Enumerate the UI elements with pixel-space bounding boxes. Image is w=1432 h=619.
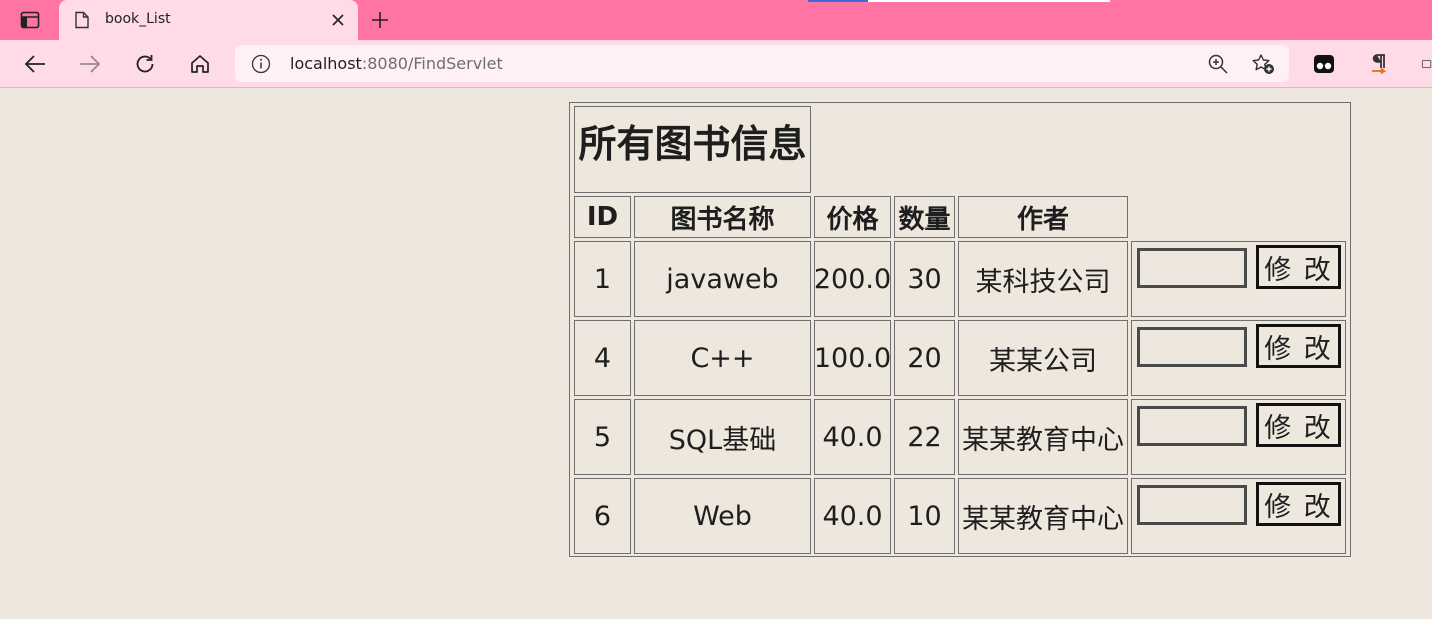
cell-name: javaweb [634, 241, 811, 317]
extension-button[interactable] [1312, 52, 1336, 76]
tabbar-accent-line [808, 0, 868, 2]
modify-button[interactable]: 修 改 [1256, 245, 1341, 289]
modify-quantity-input[interactable] [1137, 327, 1247, 367]
cell-author: 某某教育中心 [958, 399, 1128, 475]
refresh-icon [136, 55, 154, 73]
close-icon [332, 14, 344, 26]
pilcrow-extension-button[interactable] [1367, 52, 1391, 76]
cell-author: 某某教育中心 [958, 478, 1128, 554]
cell-id: 1 [574, 241, 631, 317]
action-cell: 修 改 [1131, 478, 1346, 554]
tabbar-accent-line [868, 0, 1110, 2]
modify-button[interactable]: 修 改 [1256, 403, 1341, 447]
new-tab-button[interactable] [368, 8, 392, 32]
url-host: localhost [290, 54, 362, 73]
cell-price: 200.0 [814, 241, 891, 317]
arrow-left-icon [24, 55, 45, 73]
cell-quantity: 30 [894, 241, 955, 317]
more-extensions-button[interactable] [1420, 52, 1432, 76]
back-button[interactable] [21, 50, 49, 78]
extension-glasses-icon [1314, 55, 1334, 73]
cell-name: C++ [634, 320, 811, 396]
address-bar[interactable]: localhost:8080/FindServlet [235, 45, 1289, 82]
home-button[interactable] [186, 50, 214, 78]
column-header-price: 价格 [814, 196, 891, 238]
document-icon [75, 11, 89, 29]
column-header-quantity: 数量 [894, 196, 955, 238]
column-header-author: 作者 [958, 196, 1128, 238]
tab-book-list[interactable]: book_List [59, 0, 358, 40]
cell-id: 5 [574, 399, 631, 475]
column-header-id: ID [574, 196, 631, 238]
modify-quantity-input[interactable] [1137, 248, 1247, 288]
column-header-name: 图书名称 [634, 196, 811, 238]
cell-name: Web [634, 478, 811, 554]
modify-button[interactable]: 修 改 [1256, 324, 1341, 368]
cell-quantity: 10 [894, 478, 955, 554]
modify-button[interactable]: 修 改 [1256, 482, 1341, 526]
pilcrow-icon [1372, 54, 1387, 75]
tab-title: book_List [105, 11, 171, 27]
cell-price: 100.0 [814, 320, 891, 396]
extensions-icon [1421, 59, 1432, 69]
cell-quantity: 22 [894, 399, 955, 475]
zoom-in-icon[interactable] [1207, 53, 1229, 75]
table-caption: 所有图书信息 [574, 106, 811, 193]
navigation-bar: localhost:8080/FindServlet [0, 40, 1432, 88]
modify-quantity-input[interactable] [1137, 485, 1247, 525]
action-cell: 修 改 [1131, 241, 1346, 317]
cell-author: 某某公司 [958, 320, 1128, 396]
arrow-right-icon [80, 55, 101, 73]
cell-id: 6 [574, 478, 631, 554]
cell-price: 40.0 [814, 478, 891, 554]
action-cell: 修 改 [1131, 399, 1346, 475]
forward-button[interactable] [76, 50, 104, 78]
cell-author: 某科技公司 [958, 241, 1128, 317]
tab-actions-icon [20, 11, 40, 29]
add-favorite-icon[interactable] [1251, 53, 1275, 75]
site-info-icon [251, 54, 271, 74]
url-path: :8080/FindServlet [361, 54, 503, 73]
tab-bar: book_List [0, 0, 1432, 40]
url-text: localhost:8080/FindServlet [290, 54, 503, 73]
cell-name: SQL基础 [634, 399, 811, 475]
book-table: 所有图书信息 ID 图书名称 价格 数量 作者 1 javaweb 200.0 … [569, 102, 1351, 557]
refresh-button[interactable] [131, 50, 159, 78]
plus-icon [372, 12, 388, 28]
action-cell: 修 改 [1131, 320, 1346, 396]
home-icon [191, 55, 209, 73]
cell-quantity: 20 [894, 320, 955, 396]
tab-actions-button[interactable] [14, 8, 46, 32]
cell-id: 4 [574, 320, 631, 396]
cell-price: 40.0 [814, 399, 891, 475]
close-tab-button[interactable] [328, 10, 348, 30]
modify-quantity-input[interactable] [1137, 406, 1247, 446]
